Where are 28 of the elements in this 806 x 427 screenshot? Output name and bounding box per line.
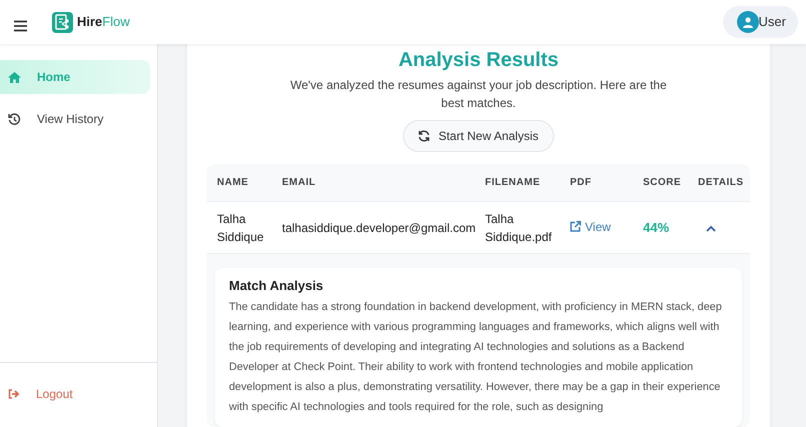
refresh-icon [418,130,430,142]
column-header: NAME [217,177,248,188]
column-header: PDF [570,177,592,188]
analysis-title: Match Analysis [229,278,324,294]
avatar-icon [736,11,759,33]
home-icon [8,72,21,82]
score-value: 44% [643,220,670,235]
column-header: SCORE [643,177,682,188]
chevron-up-icon [706,224,716,232]
email-cell: talhasiddique.developer@gmail.com [282,220,476,234]
subtitle-text: We've analyzed the resumes against your job description. Here are the best matches. [289,77,668,112]
view-pdf-link[interactable]: View [570,218,611,236]
logo-icon [52,12,73,32]
menu-icon [14,20,26,32]
brand-name: HireFlow [77,13,130,32]
history-icon [8,112,21,126]
logout-icon [8,389,20,399]
name-cell: Talha Siddique [217,212,264,244]
page-title: Analysis Results [397,48,560,72]
start-new-analysis-button[interactable]: Start New Analysis [403,120,554,152]
analysis-text: The candidate has a strong foundation in backend development, with proficiency in MERN stack, deep learning, and experience with various programming languages and frameworks, which aligns well with the job requirements of developing and integrating AI technologies and solutions as a Backend Developer at Check Point. Their ability to work with frontend technologies and mobile application development is also a plus, demonstrating versatility. However, there may be a gap in their experience with specific AI technologies and tools required for the role, such as designing [229,300,723,415]
column-header: FILENAME [485,177,540,188]
column-header: EMAIL [282,177,316,188]
filename-cell: Talha Siddique.pdf [485,212,552,244]
sidebar-item[interactable]: View History [0,102,150,136]
external-link-icon [570,221,581,232]
column-header: DETAILS [698,177,744,188]
user-menu-button[interactable]: User [722,6,798,38]
